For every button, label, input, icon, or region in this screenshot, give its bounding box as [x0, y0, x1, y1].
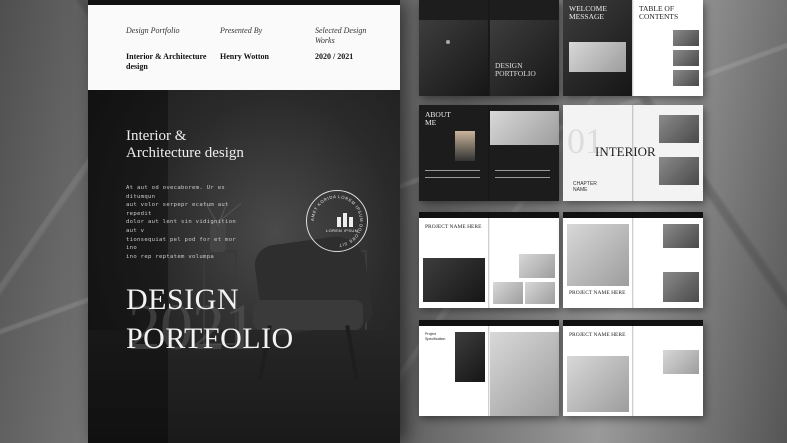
spread-about: ABOUT ME [419, 105, 559, 201]
spread-photo [663, 350, 699, 374]
project-name: PROJECT NAME HERE [425, 224, 482, 230]
meta-label-2: Presented By [220, 26, 263, 35]
spread-gutter [632, 320, 634, 416]
spread-project-1: PROJECT NAME HERE [419, 212, 559, 308]
meta-value-3: 2020 / 2021 [315, 52, 354, 61]
meta-value-1: Interior & Architecture design [126, 52, 207, 71]
body-line: tionsequiat pel pod for et mor ino [126, 236, 237, 252]
spread-photo [663, 272, 699, 302]
cover-body-text: At aut od ovecaborem. Ur es ditumqun aut… [126, 184, 246, 261]
meta-label-3: Selected Design Works [315, 26, 367, 45]
spread-chapter: 01 INTERIOR CHAPTER NAME [563, 105, 703, 201]
project-spec: Project Specification [425, 332, 446, 341]
text-line [425, 177, 480, 178]
body-line: aut volor serpepr ecatum aut repedit [126, 202, 229, 217]
spread-title-line: PORTFOLIO [495, 69, 536, 78]
text-line [495, 170, 550, 171]
portfolio-cover: Design Portfolio Presented By Selected D… [88, 0, 400, 443]
cover-subtitle: Interior & Architecture design [126, 128, 286, 162]
spread-photo [567, 224, 629, 286]
welcome-heading: WELCOME MESSAGE [569, 4, 607, 21]
spread-photo [455, 332, 485, 382]
body-line: At aut od ovecaborem. Ur es ditumqun [126, 185, 226, 200]
spread-gutter [632, 0, 634, 96]
spread-project-4: PROJECT NAME HERE [563, 320, 703, 416]
cover-subtitle-line: Architecture design [126, 145, 244, 161]
meta-value-2: Henry Wotton [220, 52, 269, 61]
spread-gutter [488, 212, 490, 308]
spread-project-2: PROJECT NAME HERE [563, 212, 703, 308]
spread-photo [419, 20, 488, 96]
cover-top-bar [88, 0, 400, 5]
portrait-photo [455, 131, 475, 161]
building-icon [337, 213, 353, 227]
spread-photo [493, 282, 523, 304]
spread-thumb [673, 70, 699, 86]
spread-title: DESIGN PORTFOLIO [495, 62, 536, 78]
chapter-title: INTERIOR [595, 144, 656, 159]
spread-photo [490, 20, 559, 96]
spread-photo [569, 42, 626, 72]
cover-title-line-2: PORTFOLIO [126, 322, 294, 355]
spread-photo [567, 356, 629, 412]
spread-logo [446, 40, 450, 44]
spread-photo [490, 111, 559, 145]
text-line [495, 177, 550, 178]
chapter-name: CHAPTER NAME [573, 181, 597, 193]
spread-photo [423, 258, 485, 302]
spread-project-3: Project Specification [419, 320, 559, 416]
body-line: dolor aut lent sin vidignition aut v [126, 219, 237, 234]
spread-photo [525, 282, 555, 304]
spread-cover: DESIGN PORTFOLIO [419, 0, 559, 96]
cover-title-line-1: DESIGN [126, 283, 239, 316]
seal-name: LOREM IPSUM [326, 228, 359, 233]
body-line: ino rep reptatem volumpa [126, 253, 215, 260]
cover-header: Design Portfolio Presented By Selected D… [88, 0, 400, 90]
meta-label-1: Design Portfolio [126, 26, 180, 35]
spread-thumb [673, 50, 699, 66]
spread-gutter [632, 212, 634, 308]
spread-photo [519, 254, 555, 278]
spread-photo [490, 332, 559, 416]
project-name: PROJECT NAME HERE [569, 332, 626, 338]
spread-welcome: WELCOME MESSAGE TABLE OF CONTENTS [563, 0, 703, 96]
cover-subtitle-line: Interior & [126, 128, 187, 144]
spread-thumb [673, 30, 699, 46]
spread-photo [659, 115, 699, 143]
project-name: PROJECT NAME HERE [569, 290, 626, 296]
spread-photo [659, 157, 699, 185]
about-heading: ABOUT ME [425, 110, 451, 127]
spread-photo [663, 224, 699, 248]
toc-heading: TABLE OF CONTENTS [639, 4, 679, 21]
text-line [425, 170, 480, 171]
